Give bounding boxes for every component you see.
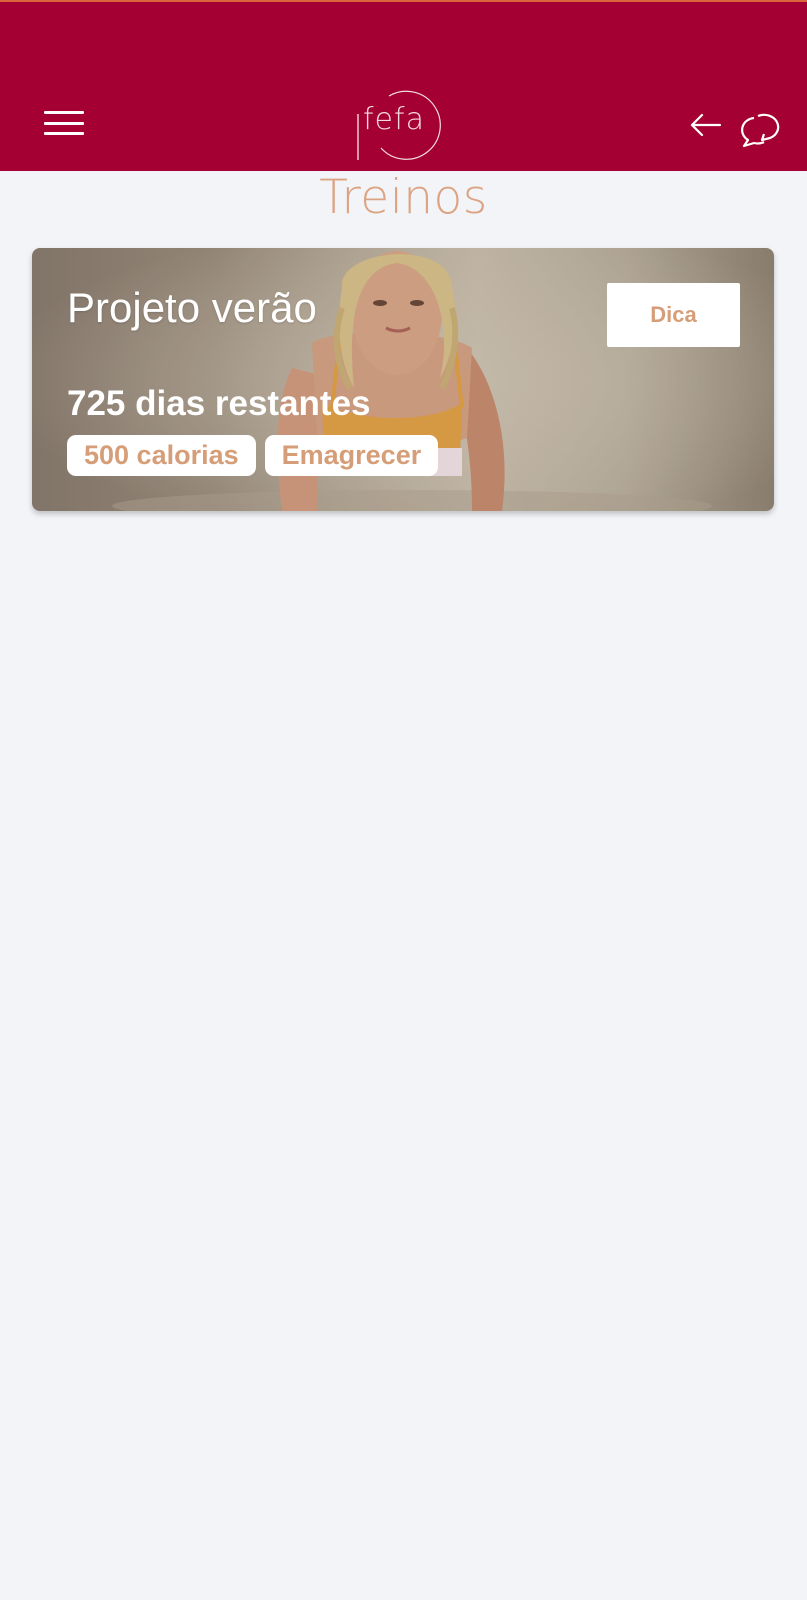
chat-bubbles-icon [741,113,780,148]
days-remaining: 725 dias restantes [67,384,371,423]
menu-line [44,111,84,114]
workout-title: Projeto verão [67,284,317,331]
menu-line [44,121,84,125]
tag-goal: Emagrecer [264,435,439,476]
dica-button[interactable]: Dica [607,283,740,347]
hamburger-menu-button[interactable] [40,106,88,140]
fefa-logo: fefa [355,84,455,164]
tag-list: 500 calorias Emagrecer [67,435,439,476]
tag-calories: 500 calorias [67,435,256,476]
workout-card[interactable]: Projeto verão Dica 725 dias restantes 50… [32,248,774,511]
logo-wordmark: fefa [363,102,425,137]
arrow-left-icon [690,113,722,137]
chat-button[interactable] [740,102,788,150]
back-button[interactable] [688,108,724,142]
app-header: fefa [0,0,807,171]
menu-line [44,132,84,135]
page-title: Treinos [319,170,488,225]
